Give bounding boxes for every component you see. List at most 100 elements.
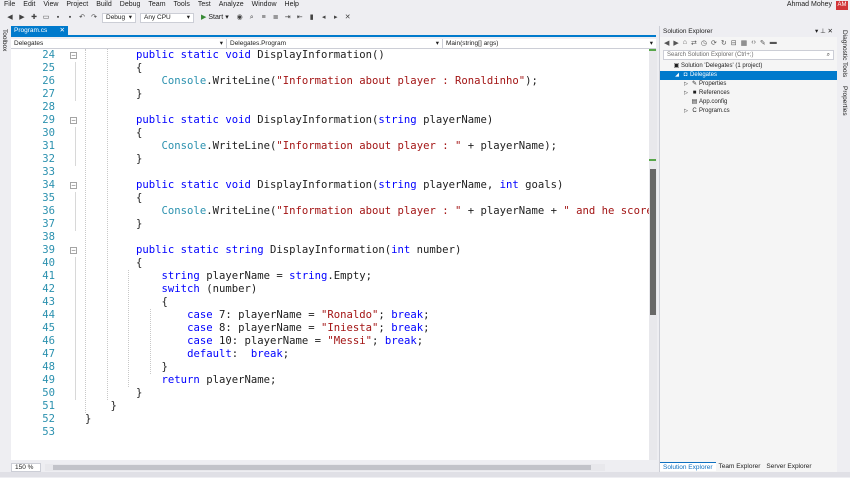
diagnostic-tools-tab[interactable]: Diagnostic Tools	[841, 30, 848, 77]
editor-vertical-scrollbar[interactable]	[649, 49, 657, 460]
solution-config-dropdown[interactable]: Debug ▾	[102, 12, 136, 23]
menu-help[interactable]: Help	[281, 0, 303, 10]
menu-project[interactable]: Project	[62, 0, 92, 10]
code-line[interactable]: 43 {	[11, 296, 649, 309]
scrollbar-thumb[interactable]	[53, 464, 591, 470]
code-line[interactable]: 51 }	[11, 400, 649, 413]
code-line[interactable]: 33	[11, 166, 649, 179]
zoom-dropdown[interactable]: 150 % ▾	[11, 462, 41, 478]
code-line[interactable]: 24 − public static void DisplayInformatio…	[11, 49, 649, 62]
history-icon[interactable]: ◷	[701, 39, 707, 47]
code-line[interactable]: 47 default: break;	[11, 348, 649, 361]
chevron-down-icon[interactable]: ▾	[815, 28, 818, 35]
class-dropdown[interactable]: Delegates.Program ▾	[227, 39, 443, 49]
open-file-icon[interactable]: ▭	[42, 14, 50, 22]
menu-build[interactable]: Build	[92, 0, 116, 10]
close-icon[interactable]: ✕	[60, 26, 65, 36]
bookmark-icon[interactable]: ▮	[308, 14, 316, 22]
menu-file[interactable]: File	[0, 0, 19, 10]
menu-debug[interactable]: Debug	[116, 0, 145, 10]
prev-bookmark-icon[interactable]: ◂	[320, 14, 328, 22]
code-line[interactable]: 50 }	[11, 387, 649, 400]
switch-views-icon[interactable]: ⇄	[691, 39, 697, 47]
save-icon[interactable]: ▪	[54, 14, 62, 22]
menu-test[interactable]: Test	[194, 0, 215, 10]
avatar[interactable]: AM	[836, 1, 848, 10]
code-line[interactable]: 41 string playerName = string.Empty;	[11, 270, 649, 283]
outdent-icon[interactable]: ⇤	[296, 14, 304, 22]
browser-link-icon[interactable]: ◉	[236, 14, 244, 22]
home-icon[interactable]: ⌂	[683, 39, 687, 46]
preview-icon[interactable]: ▬	[770, 39, 777, 46]
next-bookmark-icon[interactable]: ▸	[332, 14, 340, 22]
user-name[interactable]: Ahmad Mohey	[787, 0, 832, 10]
tree-item[interactable]: ◢ ◘ Delegates	[660, 71, 837, 80]
clear-bookmarks-icon[interactable]: ✕	[344, 14, 352, 22]
new-project-icon[interactable]: ✚	[30, 14, 38, 22]
collapse-icon[interactable]: −	[70, 117, 77, 124]
code-line[interactable]: 32 }	[11, 153, 649, 166]
code-line[interactable]: 31 Console.WriteLine("Information about …	[11, 140, 649, 153]
tree-item[interactable]: ▷ ✎ Properties	[660, 80, 837, 89]
code-line[interactable]: 45 case 8: playerName = "Iniesta"; break…	[11, 322, 649, 335]
tree-item[interactable]: ▷ C Program.cs	[660, 107, 837, 116]
platform-dropdown[interactable]: Any CPU ▾	[140, 12, 194, 23]
code-line[interactable]: 30 {	[11, 127, 649, 140]
toolbox-tab[interactable]: Toolbox	[1, 29, 8, 51]
scrollbar-thumb[interactable]	[650, 169, 656, 315]
tree-item[interactable]: ▣ Solution 'Delegates' (1 project)	[660, 62, 837, 71]
collapse-all-icon[interactable]: ⊟	[731, 39, 737, 47]
expand-arrow-icon[interactable]: ▷	[682, 80, 690, 89]
code-line[interactable]: 26 Console.WriteLine("Information about …	[11, 75, 649, 88]
project-dropdown[interactable]: Delegates ▾	[11, 39, 227, 49]
refresh-icon[interactable]: ↻	[721, 39, 727, 47]
collapse-icon[interactable]: −	[70, 182, 77, 189]
toggle-comment-icon[interactable]: ≡	[260, 14, 268, 22]
tree-item[interactable]: ▷ ■ References	[660, 89, 837, 98]
indent-icon[interactable]: ⇥	[284, 14, 292, 22]
code-line[interactable]: 34 − public static void DisplayInformatio…	[11, 179, 649, 192]
properties-tab[interactable]: Properties	[841, 86, 848, 116]
tab-solution-explorer[interactable]: Solution Explorer	[660, 462, 716, 471]
find-icon[interactable]: ⌕	[248, 14, 256, 22]
code-line[interactable]: 44 case 7: playerName = "Ronaldo"; break…	[11, 309, 649, 322]
tree-item[interactable]: ▤ App.config	[660, 98, 837, 107]
forward-icon[interactable]: ▶	[18, 14, 26, 22]
menu-team[interactable]: Team	[144, 0, 169, 10]
code-line[interactable]: 40 {	[11, 257, 649, 270]
solution-search-input[interactable]: Search Solution Explorer (Ctrl+;) ⌕	[663, 50, 834, 60]
code-line[interactable]: 35 {	[11, 192, 649, 205]
code-line[interactable]: 39 − public static string DisplayInformat…	[11, 244, 649, 257]
forward-icon[interactable]: ▶	[673, 39, 678, 47]
collapse-icon[interactable]: −	[70, 52, 77, 59]
code-line[interactable]: 38	[11, 231, 649, 244]
code-line[interactable]: 46 case 10: playerName = "Messi"; break;	[11, 335, 649, 348]
collapse-icon[interactable]: −	[70, 247, 77, 254]
pin-icon[interactable]: ⊥	[820, 28, 826, 35]
code-line[interactable]: 52}	[11, 413, 649, 426]
search-icon[interactable]: ⌕	[827, 51, 830, 59]
save-all-icon[interactable]: ▪	[66, 14, 74, 22]
code-line[interactable]: 29 − public static void DisplayInformatio…	[11, 114, 649, 127]
code-line[interactable]: 28	[11, 101, 649, 114]
menu-edit[interactable]: Edit	[19, 0, 39, 10]
expand-arrow-icon[interactable]: ▷	[682, 89, 690, 98]
tab-team-explorer[interactable]: Team Explorer	[716, 462, 764, 471]
menu-view[interactable]: View	[39, 0, 62, 10]
editor-horizontal-scrollbar[interactable]	[45, 463, 605, 471]
sync-icon[interactable]: ⟳	[711, 39, 717, 47]
code-line[interactable]: 27 }	[11, 88, 649, 101]
undo-icon[interactable]: ↶	[78, 14, 86, 22]
code-line[interactable]: 53	[11, 426, 649, 439]
menu-analyze[interactable]: Analyze	[215, 0, 248, 10]
code-line[interactable]: 48 }	[11, 361, 649, 374]
close-icon[interactable]: ✕	[828, 28, 833, 35]
start-button[interactable]: ▶ Start ▾	[198, 13, 232, 23]
menu-tools[interactable]: Tools	[170, 0, 194, 10]
menu-window[interactable]: Window	[248, 0, 281, 10]
show-all-files-icon[interactable]: ▦	[741, 39, 748, 47]
redo-icon[interactable]: ↷	[90, 14, 98, 22]
code-line[interactable]: 37 }	[11, 218, 649, 231]
view-code-icon[interactable]: ‹›	[751, 39, 756, 46]
expand-arrow-icon[interactable]: ◢	[673, 71, 681, 80]
